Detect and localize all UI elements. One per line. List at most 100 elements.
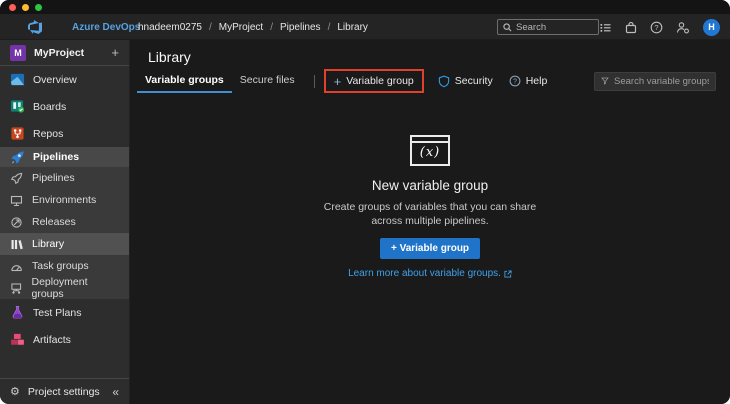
repos-icon	[11, 127, 24, 140]
boards-icon	[10, 100, 25, 113]
sidebar-item-pipelines[interactable]: Pipelines	[0, 147, 129, 167]
pipelines-section: Pipelines Pipelines Environments Release…	[0, 147, 129, 300]
breadcrumb-library[interactable]: Library	[337, 22, 368, 33]
sidebar-item-environments[interactable]: Environments	[0, 189, 129, 211]
project-name: MyProject	[34, 46, 85, 59]
test-plans-flask-icon	[12, 306, 23, 319]
pipelines-icon	[11, 150, 24, 164]
external-link-icon	[504, 269, 512, 278]
main-content: Library Variable groups Secure files + V…	[130, 40, 730, 404]
breadcrumb-separator: /	[208, 22, 212, 33]
annotation-highlight-box: + Variable group	[323, 69, 424, 93]
marketplace-bag-icon[interactable]	[625, 21, 637, 34]
global-search-box[interactable]	[497, 19, 599, 35]
rocket-icon	[10, 172, 23, 184]
project-switcher[interactable]: M MyProject +	[0, 40, 129, 66]
gauge-icon	[11, 264, 22, 271]
sidebar-item-pipelines-sub[interactable]: Pipelines	[0, 167, 129, 189]
sidebar-item-label: Artifacts	[33, 333, 71, 346]
description-line-2: across multiple pipelines.	[371, 215, 489, 227]
list-icon[interactable]	[599, 21, 612, 34]
empty-state: (x) New variable group Create groups of …	[130, 135, 730, 279]
tab-variable-groups[interactable]: Variable groups	[137, 69, 232, 93]
user-avatar[interactable]: H	[703, 18, 720, 36]
minimize-window-button[interactable]	[22, 3, 29, 11]
deployment-group-icon	[11, 282, 22, 294]
toolbar-secondary-actions: Security ? Help	[438, 75, 548, 88]
tab-secure-files[interactable]: Secure files	[232, 69, 303, 93]
app-window: Azure DevOps hnadeem0275 / MyProject / P…	[0, 0, 730, 404]
maximize-window-button[interactable]	[35, 3, 42, 11]
user-settings-icon[interactable]	[676, 21, 690, 34]
brand-title[interactable]: Azure DevOps	[72, 22, 140, 33]
collapse-sidebar-button[interactable]: «	[112, 385, 119, 399]
gear-icon: ⚙	[10, 386, 20, 398]
breadcrumb-pipelines[interactable]: Pipelines	[280, 22, 321, 33]
breadcrumb-project[interactable]: MyProject	[219, 22, 263, 33]
top-nav: Azure DevOps hnadeem0275 / MyProject / P…	[0, 14, 730, 40]
sidebar-item-label: Repos	[33, 127, 64, 140]
library-books-icon	[11, 239, 23, 249]
search-input[interactable]	[516, 21, 590, 33]
add-variable-group-toolbar-button[interactable]: + Variable group	[334, 75, 414, 88]
svg-text:?: ?	[513, 78, 517, 85]
project-avatar: M	[10, 44, 26, 61]
help-circle-icon: ?	[509, 75, 521, 87]
project-settings-label: Project settings	[27, 385, 100, 398]
sidebar-item-label: Environments	[32, 194, 97, 206]
azure-devops-logo-icon[interactable]	[27, 19, 43, 35]
close-window-button[interactable]	[9, 3, 16, 11]
add-variable-group-label: Variable group	[346, 75, 414, 87]
sidebar-item-label: Deployment groups	[31, 276, 88, 300]
top-nav-actions: ? H	[599, 14, 720, 40]
project-settings-button[interactable]: ⚙ Project settings «	[0, 378, 129, 404]
sidebar-item-label: Boards	[33, 100, 67, 113]
filter-input[interactable]	[614, 75, 709, 87]
sidebar-item-overview[interactable]: Overview	[0, 66, 129, 93]
svg-text:?: ?	[654, 23, 658, 32]
toolbar-divider	[313, 74, 315, 88]
sidebar-item-library[interactable]: Library	[0, 233, 129, 255]
sidebar-item-artifacts[interactable]: Artifacts	[0, 326, 129, 353]
window-icon-variable-text: (x)	[419, 145, 441, 160]
sidebar-item-label: Library	[32, 238, 65, 250]
help-icon[interactable]: ?	[650, 21, 663, 34]
environment-icon	[10, 195, 23, 206]
overview-icon	[10, 73, 25, 86]
breadcrumb: hnadeem0275 / MyProject / Pipelines / Li…	[138, 22, 368, 33]
help-label: Help	[525, 75, 548, 87]
sidebar-item-test-plans[interactable]: Test Plans	[0, 299, 129, 326]
security-label: Security	[454, 75, 493, 87]
sidebar: M MyProject + Overview Boards Repos Pipe…	[0, 40, 130, 404]
breadcrumb-organization[interactable]: hnadeem0275	[138, 22, 202, 33]
release-rocket-icon	[11, 216, 22, 228]
help-button[interactable]: ? Help	[509, 75, 548, 87]
sidebar-item-label: Pipelines	[33, 151, 80, 163]
variable-group-window-icon: (x)	[410, 135, 450, 166]
window-titlebar	[0, 0, 730, 14]
tab-bar: Variable groups Secure files + Variable …	[130, 69, 730, 93]
filter-funnel-icon	[601, 77, 609, 85]
add-project-button[interactable]: +	[111, 46, 119, 59]
empty-state-title: New variable group	[371, 178, 489, 193]
shield-icon	[438, 75, 449, 87]
search-icon	[503, 22, 512, 31]
breadcrumb-separator: /	[327, 22, 331, 33]
empty-state-description: Create groups of variables that you can …	[130, 200, 730, 228]
sidebar-item-label: Task groups	[32, 260, 89, 272]
filter-search-box[interactable]	[594, 71, 716, 91]
sidebar-item-label: Pipelines	[32, 172, 75, 184]
sidebar-item-boards[interactable]: Boards	[0, 93, 129, 120]
learn-more-link[interactable]: Learn more about variable groups.	[130, 268, 730, 279]
sidebar-item-label: Overview	[33, 73, 77, 86]
sidebar-item-deployment-groups[interactable]: Deployment groups	[0, 276, 129, 300]
security-button[interactable]: Security	[438, 75, 493, 88]
description-line-1: Create groups of variables that you can …	[323, 201, 537, 213]
page-title: Library	[148, 49, 191, 65]
add-variable-group-button[interactable]: + Variable group	[379, 238, 481, 259]
sidebar-item-task-groups[interactable]: Task groups	[0, 255, 129, 277]
sidebar-item-releases[interactable]: Releases	[0, 211, 129, 233]
sidebar-item-label: Test Plans	[33, 306, 82, 319]
plus-icon: +	[333, 73, 342, 89]
sidebar-item-repos[interactable]: Repos	[0, 120, 129, 147]
